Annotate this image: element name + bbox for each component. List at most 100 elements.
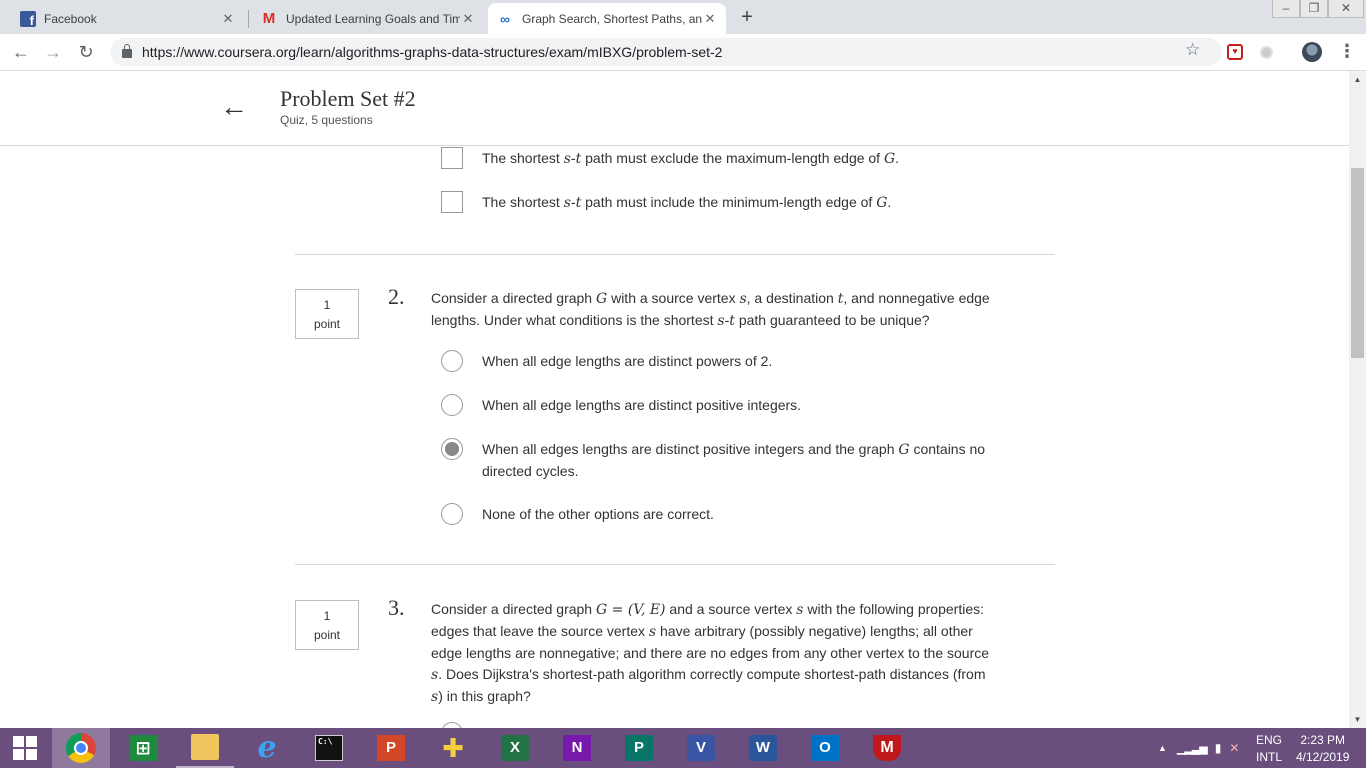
scroll-thumb[interactable] bbox=[1351, 168, 1364, 358]
reload-icon[interactable]: ↻ bbox=[73, 40, 99, 66]
question-divider bbox=[295, 564, 1055, 565]
taskbar-clock[interactable]: 2:23 PM 4/12/2019 bbox=[1296, 732, 1349, 766]
taskbar-file-explorer[interactable] bbox=[176, 728, 234, 768]
q2-option-3[interactable]: When all edges lengths are distinct posi… bbox=[441, 438, 1002, 482]
option-label: The shortest s-t path must exclude the m… bbox=[482, 150, 900, 167]
taskbar-publisher[interactable]: P bbox=[610, 728, 668, 768]
quiz-content: The shortest s-t path must exclude the m… bbox=[0, 146, 1349, 728]
tab-title: Updated Learning Goals and Tim bbox=[286, 11, 460, 26]
coursera-icon: ∞ bbox=[500, 10, 510, 27]
q2-option-1[interactable]: When all edge lengths are distinct power… bbox=[441, 350, 1002, 372]
close-icon[interactable]: ✕ bbox=[702, 11, 718, 27]
option-label: None of the other options are correct. bbox=[482, 506, 714, 522]
radio-button[interactable] bbox=[441, 394, 463, 416]
tab-gmail[interactable]: M Updated Learning Goals and Tim ✕ bbox=[252, 3, 484, 34]
option-label: The shortest s-t path must include the m… bbox=[482, 194, 892, 211]
taskbar-mcafee[interactable]: M bbox=[858, 728, 916, 768]
question-number: 3. bbox=[388, 595, 405, 620]
input-language[interactable]: ENG INTL bbox=[1256, 732, 1282, 766]
folder-icon bbox=[191, 734, 219, 760]
extension-icon[interactable]: ♥ bbox=[1227, 44, 1243, 60]
taskbar-chrome[interactable] bbox=[52, 728, 110, 768]
back-arrow-icon[interactable]: ← bbox=[220, 91, 248, 123]
points-label: point bbox=[313, 628, 341, 642]
internet-explorer-icon: e bbox=[257, 730, 277, 765]
taskbar-excel[interactable]: X bbox=[486, 728, 544, 768]
back-icon[interactable]: ← bbox=[8, 40, 34, 66]
radio-button[interactable] bbox=[441, 503, 463, 525]
scroll-down-icon[interactable]: ▼ bbox=[1349, 711, 1366, 728]
extension-circle-icon[interactable] bbox=[1260, 46, 1273, 59]
store-icon: ⊞ bbox=[129, 735, 157, 761]
new-tab-button[interactable]: + bbox=[735, 6, 759, 30]
q1-option-exclude-max[interactable]: The shortest s-t path must exclude the m… bbox=[441, 147, 1002, 170]
chrome-icon bbox=[66, 733, 96, 763]
forward-icon[interactable]: → bbox=[40, 40, 66, 66]
address-bar[interactable]: https://www.coursera.org/learn/algorithm… bbox=[110, 38, 1222, 66]
taskbar-command-prompt[interactable]: C:\ bbox=[300, 728, 358, 768]
points-box: 1 point bbox=[295, 600, 359, 650]
checkbox[interactable] bbox=[441, 147, 463, 169]
page-scrollbar[interactable]: ▲ ▼ bbox=[1349, 71, 1366, 728]
option-label: When all edge lengths are distinct posit… bbox=[482, 397, 802, 413]
window-controls: ‒ ❐ ✕ bbox=[1272, 0, 1364, 18]
taskbar-store[interactable]: ⊞ bbox=[114, 728, 172, 768]
bookmark-star-icon[interactable]: ☆ bbox=[1185, 40, 1200, 60]
page-title: Problem Set #2 bbox=[280, 86, 416, 111]
taskbar-word[interactable]: W bbox=[734, 728, 792, 768]
word-icon: W bbox=[749, 735, 777, 761]
show-hidden-icons[interactable]: ▲ bbox=[1158, 743, 1167, 753]
profile-avatar[interactable] bbox=[1302, 42, 1322, 62]
close-window-icon[interactable]: ✕ bbox=[1328, 0, 1364, 18]
taskbar-powerpoint[interactable]: P bbox=[362, 728, 420, 768]
q2-option-2[interactable]: When all edge lengths are distinct posit… bbox=[441, 394, 1002, 416]
volume-muted-icon[interactable]: ✕ bbox=[1229, 741, 1239, 755]
lock-icon bbox=[122, 44, 132, 58]
restore-icon[interactable]: ❐ bbox=[1300, 0, 1328, 18]
page-subtitle: Quiz, 5 questions bbox=[280, 113, 373, 127]
powerpoint-icon: P bbox=[377, 735, 405, 761]
question-number: 2. bbox=[388, 284, 405, 309]
taskbar-game[interactable]: ✚ bbox=[424, 728, 482, 768]
points-value: 1 bbox=[323, 298, 331, 312]
quiz-header: ← Problem Set #2 Quiz, 5 questions bbox=[0, 71, 1349, 146]
publisher-icon: P bbox=[625, 735, 653, 761]
question-text: Consider a directed graph G = (V, E) and… bbox=[431, 601, 990, 705]
mcafee-shield-icon: M bbox=[873, 735, 901, 761]
url-text: https://www.coursera.org/learn/algorithm… bbox=[142, 44, 723, 60]
onenote-icon: N bbox=[563, 735, 591, 761]
menu-icon[interactable]: ⋮ bbox=[1338, 41, 1356, 62]
close-icon[interactable]: ✕ bbox=[220, 11, 236, 27]
tab-title: Facebook bbox=[44, 11, 97, 26]
taskbar-internet-explorer[interactable]: e bbox=[238, 728, 296, 768]
start-button[interactable] bbox=[0, 728, 50, 768]
windows-taskbar: ⊞ e C:\ P ✚ X N P V W O M ▲ ▁▂▃▅ ▮ ✕ ENG… bbox=[0, 728, 1366, 768]
tab-separator bbox=[248, 10, 249, 28]
tab-strip: f Facebook ✕ M Updated Learning Goals an… bbox=[0, 0, 1366, 34]
taskbar-onenote[interactable]: N bbox=[548, 728, 606, 768]
points-box: 1 point bbox=[295, 289, 359, 339]
radio-button[interactable] bbox=[441, 350, 463, 372]
excel-icon: X bbox=[501, 735, 529, 761]
taskbar-visio[interactable]: V bbox=[672, 728, 730, 768]
tab-facebook[interactable]: f Facebook ✕ bbox=[12, 3, 244, 34]
system-tray: ▲ ▁▂▃▅ ▮ ✕ bbox=[1158, 728, 1239, 768]
minimize-icon[interactable]: ‒ bbox=[1272, 0, 1300, 18]
command-prompt-icon: C:\ bbox=[315, 735, 343, 761]
option-label: When all edge lengths are distinct power… bbox=[482, 353, 773, 369]
q1-option-include-min[interactable]: The shortest s-t path must include the m… bbox=[441, 191, 1002, 214]
option-label: When all edges lengths are distinct posi… bbox=[482, 441, 986, 479]
battery-icon[interactable]: ▮ bbox=[1215, 741, 1222, 755]
scroll-up-icon[interactable]: ▲ bbox=[1349, 71, 1366, 88]
gmail-icon: M bbox=[262, 10, 276, 27]
windows-logo-icon bbox=[13, 736, 37, 760]
signal-icon[interactable]: ▁▂▃▅ bbox=[1177, 742, 1208, 755]
close-icon[interactable]: ✕ bbox=[460, 11, 476, 27]
tab-coursera[interactable]: ∞ Graph Search, Shortest Paths, an ✕ bbox=[488, 3, 726, 34]
taskbar-outlook[interactable]: O bbox=[796, 728, 854, 768]
checkbox[interactable] bbox=[441, 191, 463, 213]
visio-icon: V bbox=[687, 735, 715, 761]
radio-button-selected[interactable] bbox=[441, 438, 463, 460]
question-text: Consider a directed graph G with a sourc… bbox=[431, 290, 990, 329]
q2-option-4[interactable]: None of the other options are correct. bbox=[441, 503, 1002, 525]
